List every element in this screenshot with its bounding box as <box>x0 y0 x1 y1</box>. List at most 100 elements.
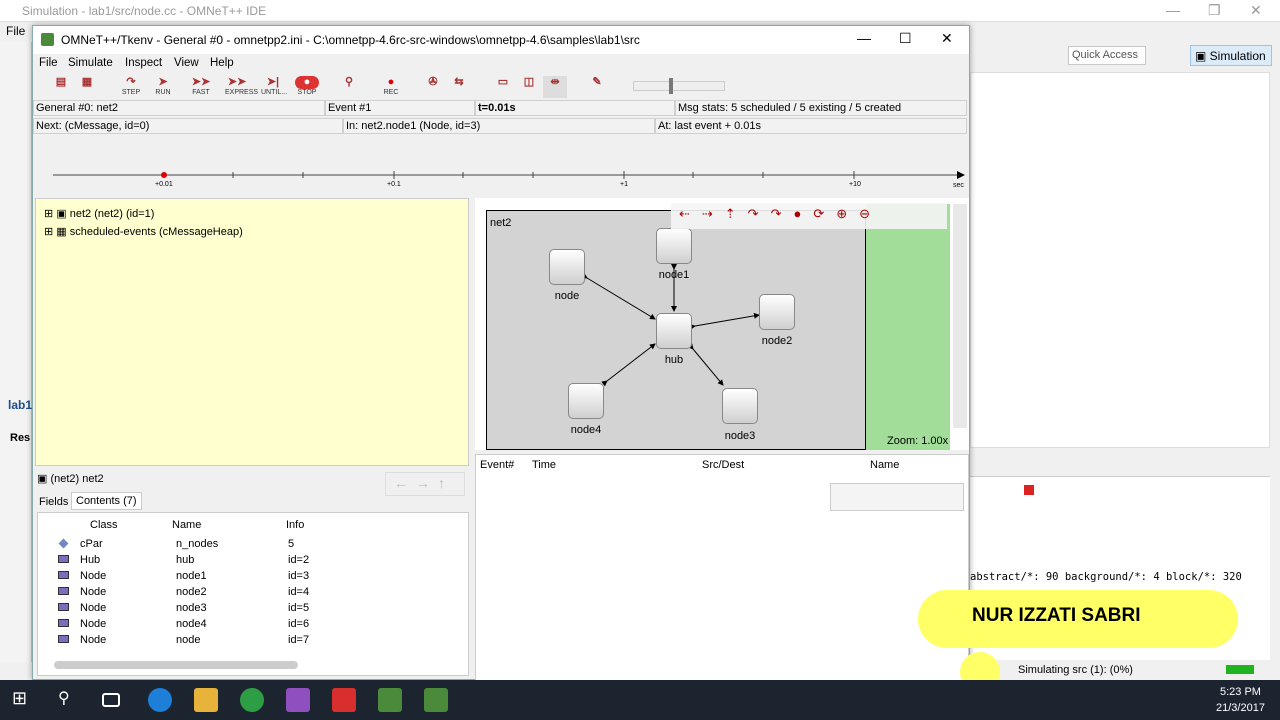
horizontal-scrollbar[interactable] <box>54 661 298 669</box>
tree-item-events[interactable]: ⊞ ▦ scheduled-events (cMessageHeap) <box>44 225 243 238</box>
load-icon[interactable]: ▦ <box>75 76 99 98</box>
node-module[interactable] <box>549 249 585 285</box>
search-icon[interactable]: ⚲ <box>58 688 82 712</box>
perspective-label: Simulation <box>1209 49 1266 63</box>
speed-slider-handle[interactable] <box>669 78 673 94</box>
tick-label: sec <box>953 182 964 189</box>
options-icon[interactable]: ✎ <box>585 76 609 98</box>
canvas-background <box>866 204 950 450</box>
inspector-nav[interactable]: ←→↑ <box>385 472 465 496</box>
start-icon[interactable]: ⊞ <box>12 688 36 712</box>
app-m-icon[interactable] <box>286 688 310 712</box>
tick-label: +1 <box>620 181 628 188</box>
hub-module[interactable] <box>656 313 692 349</box>
tab-fields[interactable]: Fields <box>39 496 68 508</box>
timeline: +0.01 +0.1 +1 +10 sec <box>33 136 969 196</box>
run-info: General #0: net2 <box>33 100 325 116</box>
menu-simulate[interactable]: Simulate <box>68 57 113 69</box>
ide-tab-label[interactable]: lab1 <box>8 398 32 412</box>
col-class[interactable]: Class <box>90 519 118 531</box>
tkenv-icon[interactable] <box>424 688 448 712</box>
tkenv-toolbar: ▤ ▦ ↷ STEP ➤ RUN ➤➤ FAST ➤➤ EXPRESS ➤| UNTIL.… <box>33 74 969 100</box>
simulation-perspective-button[interactable]: ▣ Simulation <box>1190 45 1272 66</box>
col-time[interactable]: Time <box>532 459 556 471</box>
col-info[interactable]: Info <box>286 519 304 531</box>
ide-title-bar: Simulation - lab1/src/node.cc - OMNeT++ … <box>0 0 1280 22</box>
time-info: t=0.01s <box>475 100 675 116</box>
find-icon[interactable]: ⚲ <box>337 76 361 98</box>
col-name[interactable]: Name <box>870 459 899 471</box>
tick-label: +0.1 <box>387 181 401 188</box>
ide-close-button[interactable]: ✕ <box>1250 2 1262 19</box>
tk-close-button[interactable]: ✕ <box>941 30 953 47</box>
log-toolbar[interactable] <box>830 483 964 511</box>
clock-time: 5:23 PM <box>1220 686 1261 698</box>
chrome-icon[interactable] <box>240 688 264 712</box>
next-info: Next: (cMessage, id=0) <box>33 118 343 134</box>
zoom-label: Zoom: 1.00x <box>887 435 949 447</box>
express-button[interactable]: ➤➤ EXPRESS <box>225 76 258 98</box>
ide-menu-file[interactable]: File <box>6 24 25 38</box>
tree-item-net2[interactable]: ⊞ ▣ net2 (net2) (id=1) <box>44 207 154 220</box>
layout2-icon[interactable]: ◫ <box>517 76 541 98</box>
object-inspector: ▣ (net2) net2 ←→↑ Fields Contents (7) Cl… <box>35 470 469 678</box>
task-view-icon[interactable] <box>102 693 120 707</box>
event-info: Event #1 <box>325 100 475 116</box>
timeline-icon[interactable]: ⇹ <box>543 76 567 98</box>
tk-minimize-button[interactable]: — <box>857 30 871 46</box>
tab-contents[interactable]: Contents (7) <box>71 492 142 510</box>
ide-restore-button[interactable]: ❐ <box>1208 2 1221 19</box>
inspector-header: ▣ (net2) net2 <box>37 473 104 485</box>
menu-file[interactable]: File <box>39 57 58 69</box>
stop-button[interactable]: ● STOP <box>295 76 319 98</box>
col-objname[interactable]: Name <box>172 519 201 531</box>
layout1-icon[interactable]: ▭ <box>491 76 515 98</box>
progress-bar <box>1226 665 1254 674</box>
object-tree[interactable]: ⊞ ▣ net2 (net2) (id=1) ⊞ ▦ scheduled-eve… <box>35 198 469 466</box>
status-row-1: General #0: net2 Event #1 t=0.01s Msg st… <box>33 100 969 134</box>
ide-left-panel: lab1 Res <box>0 42 32 662</box>
speed-slider[interactable] <box>633 81 725 91</box>
menu-help[interactable]: Help <box>210 57 234 69</box>
node1-module[interactable] <box>656 228 692 264</box>
tkenv-title-bar: OMNeT++/Tkenv - General #0 - omnetpp2.in… <box>33 26 969 54</box>
ide-editor[interactable] <box>970 72 1270 448</box>
in-info: In: net2.node1 (Node, id=3) <box>343 118 655 134</box>
network-module[interactable]: net2 node node1 node2 hub node3 node4 <box>486 210 866 450</box>
event-log-panel[interactable]: Event# Time Src/Dest Name <box>475 454 969 681</box>
timeline-axis <box>53 171 965 179</box>
node2-label: node2 <box>761 335 793 347</box>
menu-inspect[interactable]: Inspect <box>125 57 162 69</box>
tkenv-title: OMNeT++/Tkenv - General #0 - omnetpp2.in… <box>61 33 640 47</box>
edge-icon[interactable] <box>148 688 172 712</box>
node2-module[interactable] <box>759 294 795 330</box>
ide-status-bar: Simulating src (1): (0%) <box>970 660 1280 680</box>
ide-res-label[interactable]: Res <box>10 432 30 444</box>
col-srcdest[interactable]: Src/Dest <box>702 459 744 471</box>
col-event[interactable]: Event# <box>480 459 514 471</box>
node1-label: node1 <box>658 269 690 281</box>
terminate-icon[interactable] <box>1024 485 1034 495</box>
omnet-ide-icon[interactable] <box>378 688 402 712</box>
tick-label: +0.01 <box>155 181 173 188</box>
quick-access-input[interactable]: Quick Access <box>1068 46 1146 65</box>
record-button[interactable]: ● REC <box>379 76 403 98</box>
antivirus-icon[interactable] <box>332 688 356 712</box>
tk-maximize-button[interactable]: ☐ <box>899 30 912 47</box>
node4-module[interactable] <box>568 383 604 419</box>
explorer-icon[interactable] <box>194 688 218 712</box>
network-icon[interactable]: ✇ <box>421 76 445 98</box>
node3-module[interactable] <box>722 388 758 424</box>
menu-view[interactable]: View <box>174 57 199 69</box>
until-button[interactable]: ➤| UNTIL... <box>261 76 287 98</box>
step-button[interactable]: ↷ STEP <box>119 76 143 98</box>
new-run-icon[interactable]: ▤ <box>49 76 73 98</box>
node4-label: node4 <box>570 424 602 436</box>
fast-button[interactable]: ➤➤ FAST <box>189 76 213 98</box>
canvas-toolbar[interactable]: ⇠⇢⇡↷↷●⟳⊕⊖ <box>671 203 947 229</box>
canvas-scrollbar[interactable] <box>953 204 967 428</box>
ide-minimize-button[interactable]: — <box>1166 2 1180 18</box>
scheduled-icon[interactable]: ⇆ <box>447 76 471 98</box>
run-button[interactable]: ➤ RUN <box>151 76 175 98</box>
at-info: At: last event + 0.01s <box>655 118 967 134</box>
